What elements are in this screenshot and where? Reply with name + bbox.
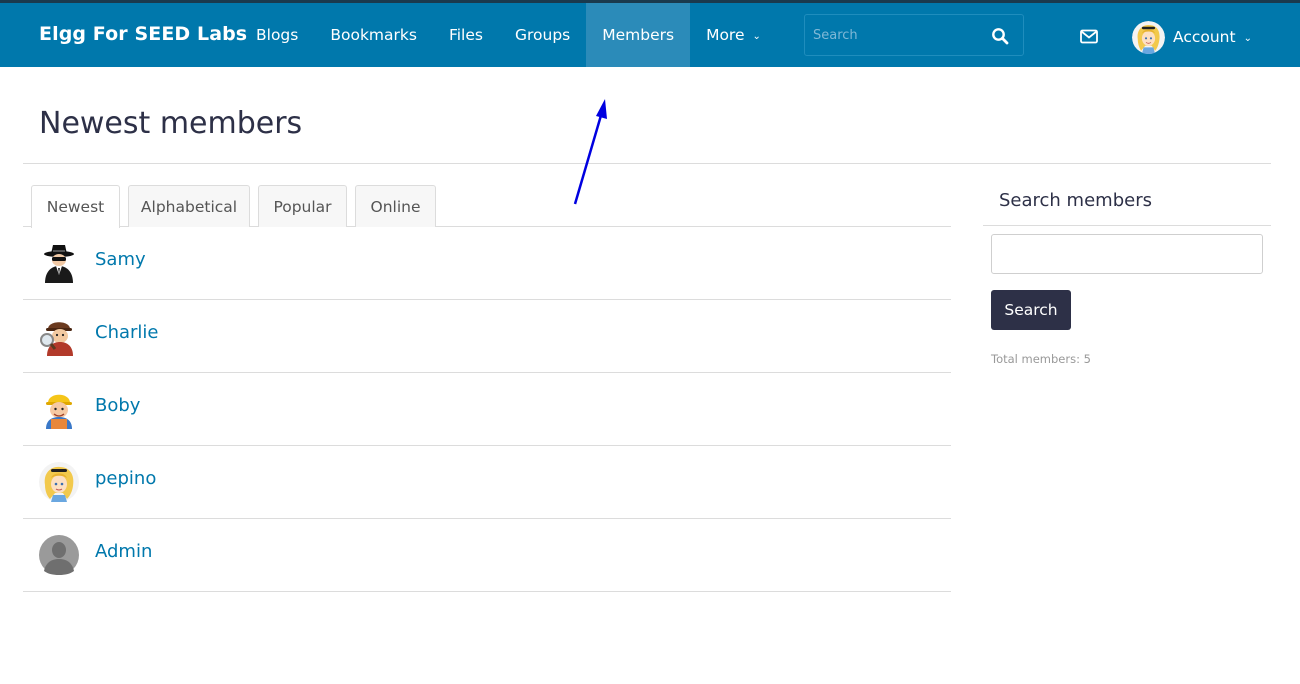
member-tabs: Newest Alphabetical Popular Online bbox=[23, 185, 951, 228]
tab-label: Popular bbox=[273, 197, 332, 216]
site-brand[interactable]: Elgg For SEED Labs bbox=[39, 23, 247, 45]
default-user-avatar[interactable] bbox=[39, 535, 79, 575]
tab-label: Online bbox=[370, 197, 421, 216]
tab-label: Newest bbox=[46, 198, 105, 216]
list-item: Samy bbox=[23, 227, 951, 300]
tab-newest[interactable]: Newest bbox=[31, 185, 120, 228]
member-name-link[interactable]: Samy bbox=[95, 249, 146, 270]
nav-label: Members bbox=[602, 26, 675, 44]
nav-label: More bbox=[706, 26, 745, 44]
mail-icon[interactable] bbox=[1080, 29, 1098, 44]
list-item: pepino bbox=[23, 446, 951, 519]
member-name-link[interactable]: Charlie bbox=[95, 322, 158, 343]
nav-item-more[interactable]: More ⌄ bbox=[690, 3, 777, 67]
top-navbar: Elgg For SEED Labs Blogs Bookmarks Files… bbox=[0, 0, 1300, 67]
member-name-link[interactable]: Boby bbox=[95, 395, 140, 416]
nav-item-files[interactable]: Files bbox=[433, 3, 499, 67]
sidebar-title: Search members bbox=[999, 190, 1152, 211]
nav-label: Blogs bbox=[256, 26, 299, 44]
account-menu[interactable]: Account ⌄ bbox=[1132, 20, 1252, 54]
chevron-down-icon: ⌄ bbox=[752, 31, 761, 42]
page-title: Newest members bbox=[39, 106, 303, 141]
account-label: Account bbox=[1173, 28, 1236, 46]
account-avatar bbox=[1132, 20, 1165, 54]
tab-alphabetical[interactable]: Alphabetical bbox=[128, 185, 250, 227]
nav-item-members[interactable]: Members bbox=[586, 3, 691, 67]
tab-online[interactable]: Online bbox=[355, 185, 436, 227]
divider bbox=[983, 225, 1271, 226]
member-name-link[interactable]: pepino bbox=[95, 468, 156, 489]
nav-item-blogs[interactable]: Blogs bbox=[240, 3, 314, 67]
member-search-input[interactable] bbox=[991, 234, 1263, 274]
spy-avatar[interactable] bbox=[39, 243, 79, 283]
search-icon[interactable] bbox=[991, 27, 1009, 45]
tab-popular[interactable]: Popular bbox=[258, 185, 347, 227]
nav-label: Files bbox=[448, 26, 483, 44]
tab-label: Alphabetical bbox=[140, 197, 238, 216]
main-nav: Blogs Bookmarks Files Groups Members Mor… bbox=[240, 3, 777, 67]
nav-label: Groups bbox=[514, 26, 571, 44]
list-item: Charlie bbox=[23, 300, 951, 373]
nav-item-groups[interactable]: Groups bbox=[499, 3, 586, 67]
divider bbox=[23, 163, 1271, 164]
chevron-down-icon: ⌄ bbox=[1243, 33, 1252, 44]
blonde-girl-avatar[interactable] bbox=[39, 462, 79, 502]
detective-avatar[interactable] bbox=[39, 316, 79, 356]
total-members-label: Total members: 5 bbox=[991, 352, 1091, 366]
site-search bbox=[804, 14, 1024, 56]
nav-label: Bookmarks bbox=[330, 26, 417, 44]
nav-item-bookmarks[interactable]: Bookmarks bbox=[314, 3, 433, 67]
search-input[interactable] bbox=[805, 15, 985, 55]
list-item: Boby bbox=[23, 373, 951, 446]
builder-avatar[interactable] bbox=[39, 389, 79, 429]
member-name-link[interactable]: Admin bbox=[95, 541, 152, 562]
annotation-arrow bbox=[573, 99, 607, 205]
search-button[interactable]: Search bbox=[991, 290, 1071, 330]
list-item: Admin bbox=[23, 519, 951, 592]
